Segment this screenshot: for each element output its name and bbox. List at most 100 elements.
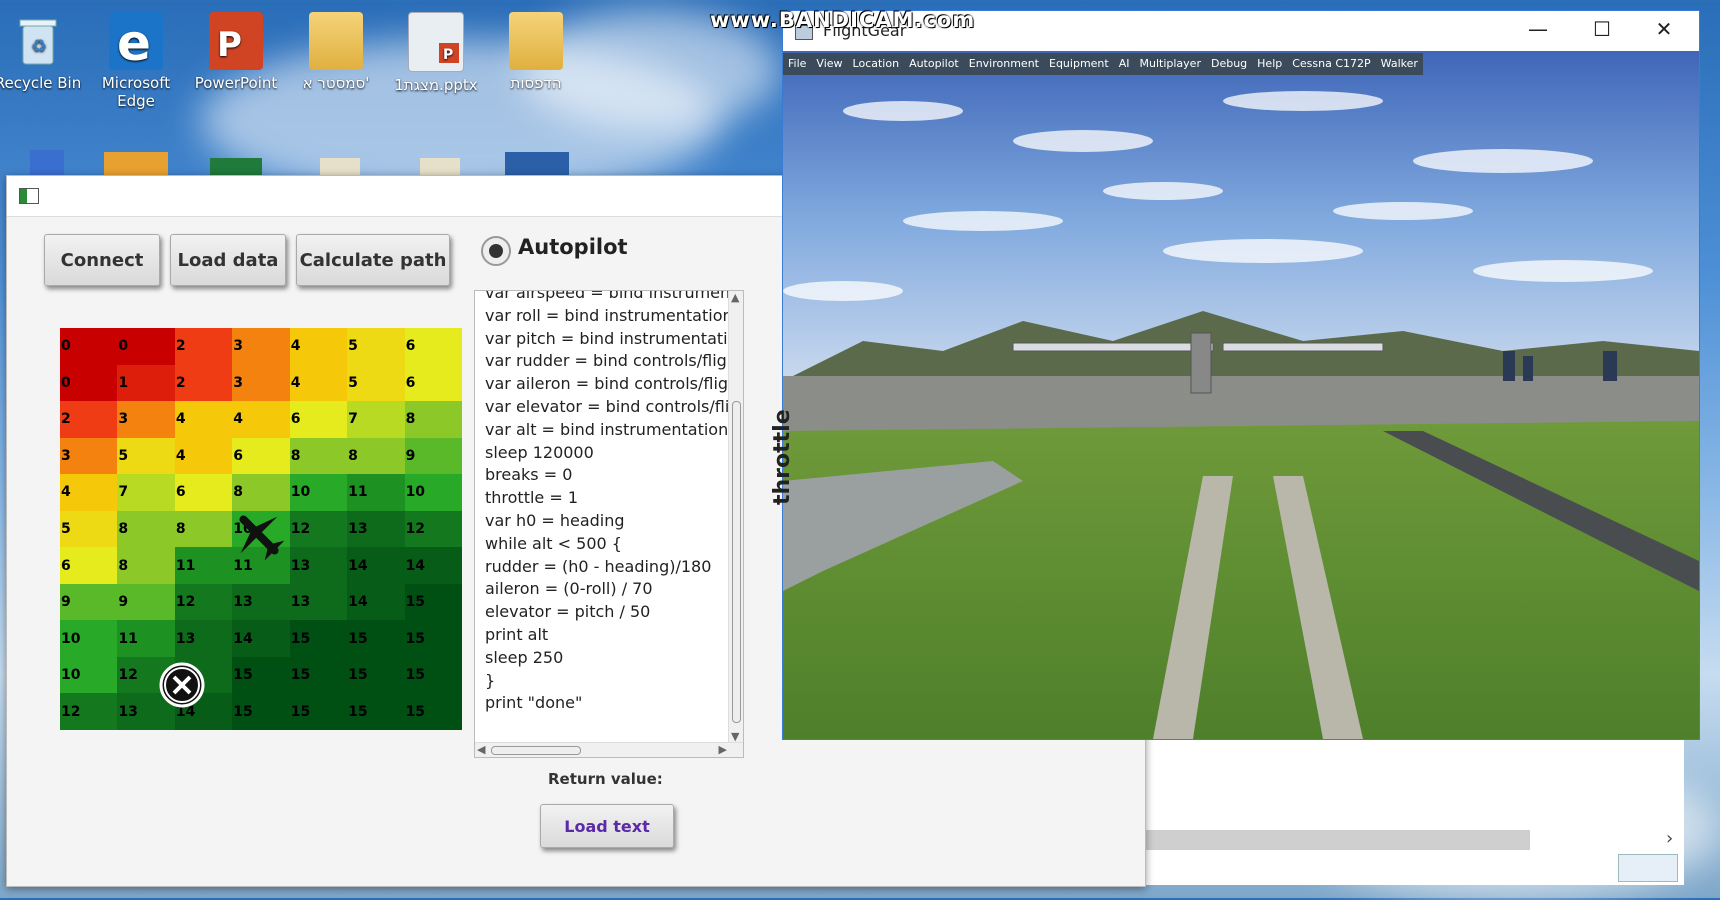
background-horizontal-scrollbar[interactable] [1144, 830, 1530, 850]
grid-cell[interactable]: 6 [174, 474, 233, 511]
minimize-icon[interactable]: — [1515, 17, 1561, 41]
grid-cell[interactable]: 13 [289, 547, 348, 584]
scrollbar-thumb[interactable] [732, 401, 741, 723]
grid-cell[interactable]: 14 [347, 547, 405, 584]
grid-cell[interactable]: 5 [347, 364, 405, 402]
fg-menu-item[interactable]: AI [1114, 53, 1135, 75]
grid-cell[interactable]: 1 [117, 364, 175, 402]
grid-cell[interactable]: 3 [232, 328, 290, 365]
scroll-up-icon[interactable]: ▲ [731, 291, 739, 304]
view-mode-icons[interactable] [1618, 854, 1678, 882]
chevron-right-icon[interactable]: › [1666, 828, 1673, 849]
scroll-left-icon[interactable]: ◀ [477, 743, 485, 756]
grid-cell[interactable]: 6 [60, 547, 118, 584]
fg-menu-item[interactable]: Multiplayer [1135, 53, 1206, 75]
maximize-icon[interactable]: ☐ [1579, 17, 1625, 41]
desktop-icon-semester-folder[interactable]: סמסטר א' [290, 12, 382, 92]
grid-cell[interactable]: 10 [60, 620, 118, 657]
grid-cell[interactable]: 0 [60, 328, 118, 365]
grid-cell[interactable]: 4 [289, 364, 348, 402]
fg-menu-item[interactable]: File [783, 53, 811, 75]
load-data-button[interactable]: Load data [170, 234, 286, 286]
grid-cell[interactable]: 15 [404, 583, 462, 621]
grid-cell[interactable]: 12 [174, 583, 233, 621]
grid-cell[interactable]: 8 [289, 437, 348, 475]
grid-cell[interactable]: 5 [347, 328, 405, 365]
desktop-icon-presentation[interactable]: P 1מצגת.pptx [390, 12, 482, 94]
grid-cell[interactable]: 15 [347, 693, 405, 730]
grid-cell[interactable]: 2 [174, 328, 233, 365]
connect-button[interactable]: Connect [44, 234, 160, 286]
grid-cell[interactable]: 6 [289, 401, 348, 438]
grid-cell[interactable]: 4 [174, 401, 233, 438]
grid-cell[interactable]: 3 [117, 401, 175, 438]
fg-menu-item[interactable]: Equipment [1044, 53, 1114, 75]
grid-cell[interactable]: 8 [117, 547, 175, 584]
grid-cell[interactable]: 2 [60, 401, 118, 438]
grid-cell[interactable]: 15 [347, 656, 405, 694]
grid-cell[interactable]: 3 [60, 437, 118, 475]
grid-cell[interactable]: 9 [117, 583, 175, 621]
desktop-icon-recycle-bin[interactable]: ♻ Recycle Bin [0, 12, 84, 92]
fg-menu-item[interactable]: Cessna C172P [1287, 53, 1375, 75]
grid-cell[interactable]: 10 [60, 656, 118, 694]
grid-cell[interactable]: 11 [347, 474, 405, 511]
grid-cell[interactable]: 13 [289, 583, 348, 621]
fg-menu-item[interactable]: Walker [1376, 53, 1423, 75]
scrollbar-thumb[interactable] [491, 746, 581, 755]
desktop-icon-prints-folder[interactable]: הדפסות [490, 12, 582, 92]
load-text-button[interactable]: Load text [540, 804, 674, 848]
grid-cell[interactable]: 14 [347, 583, 405, 621]
fg-menu-item[interactable]: Location [848, 53, 905, 75]
grid-cell[interactable]: 15 [404, 620, 462, 657]
grid-cell[interactable]: 15 [404, 656, 462, 694]
grid-cell[interactable]: 0 [60, 364, 118, 402]
grid-cell[interactable]: 11 [117, 620, 175, 657]
grid-cell[interactable]: 13 [232, 583, 290, 621]
grid-cell[interactable]: 7 [347, 401, 405, 438]
grid-cell[interactable]: 4 [174, 437, 233, 475]
grid-cell[interactable]: 15 [404, 693, 462, 730]
autopilot-radio[interactable] [481, 236, 511, 266]
grid-cell[interactable]: 6 [232, 437, 290, 475]
calculate-path-button[interactable]: Calculate path [296, 234, 450, 286]
desktop-icon-powerpoint[interactable]: P PowerPoint [190, 12, 282, 92]
fg-menu-item[interactable]: Help [1252, 53, 1287, 75]
grid-cell[interactable]: 15 [289, 693, 348, 730]
grid-cell[interactable]: 13 [347, 510, 405, 548]
fg-menu-item[interactable]: Environment [964, 53, 1044, 75]
grid-cell[interactable]: 15 [232, 693, 290, 730]
script-vertical-scrollbar[interactable]: ▲ ▼ [728, 291, 743, 743]
grid-cell[interactable]: 4 [232, 401, 290, 438]
grid-cell[interactable]: 6 [404, 364, 462, 402]
grid-cell[interactable]: 6 [404, 328, 462, 365]
fg-menu-item[interactable]: Debug [1206, 53, 1252, 75]
grid-cell[interactable]: 7 [117, 474, 175, 511]
grid-cell[interactable]: 5 [117, 437, 175, 475]
script-editor[interactable]: var airspeed = bind instrumentati var rol… [474, 290, 744, 758]
close-icon[interactable]: ✕ [1641, 17, 1687, 41]
grid-cell[interactable]: 15 [347, 620, 405, 657]
grid-cell[interactable]: 14 [232, 620, 290, 657]
grid-cell[interactable]: 9 [404, 437, 462, 475]
grid-cell[interactable]: 10 [404, 474, 462, 511]
grid-cell[interactable]: 12 [60, 693, 118, 730]
desktop-icon-edge[interactable]: e Microsoft Edge [90, 12, 182, 110]
fg-menu-item[interactable]: Autopilot [904, 53, 964, 75]
grid-cell[interactable]: 15 [289, 620, 348, 657]
scroll-right-icon[interactable]: ▶ [719, 743, 727, 756]
grid-cell[interactable]: 14 [404, 547, 462, 584]
grid-cell[interactable]: 3 [232, 364, 290, 402]
grid-cell[interactable]: 11 [174, 547, 233, 584]
grid-cell[interactable]: 4 [60, 474, 118, 511]
flight-scene-view[interactable] [783, 51, 1699, 739]
grid-cell[interactable]: 15 [232, 656, 290, 694]
grid-cell[interactable]: 4 [289, 328, 348, 365]
grid-cell[interactable]: 8 [347, 437, 405, 475]
grid-cell[interactable]: 5 [60, 510, 118, 548]
fg-menu-item[interactable]: View [811, 53, 847, 75]
script-horizontal-scrollbar[interactable]: ◀ ▶ [475, 742, 743, 757]
grid-cell[interactable]: 0 [117, 328, 175, 365]
grid-cell[interactable]: 8 [117, 510, 175, 548]
grid-cell[interactable]: 12 [404, 510, 462, 548]
